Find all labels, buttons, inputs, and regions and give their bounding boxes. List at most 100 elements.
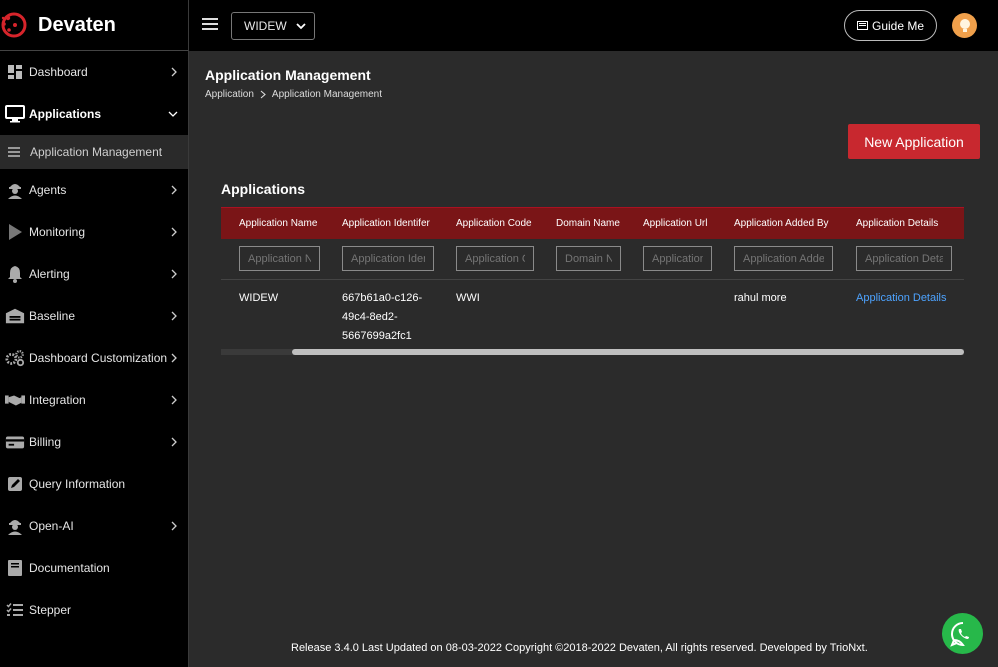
application-details-link[interactable]: Application Details	[856, 292, 947, 304]
sidebar-item-documentation[interactable]: Documentation	[0, 547, 188, 589]
sidebar: Devaten Dashboard Applications Applicati…	[0, 0, 189, 667]
sidebar-item-label: Dashboard Customization	[29, 351, 168, 365]
filter-input-domain-name[interactable]	[556, 246, 621, 272]
chevron-right-icon	[260, 90, 266, 99]
sidebar-item-billing[interactable]: Billing	[0, 421, 188, 463]
new-application-button[interactable]: New Application	[848, 124, 980, 159]
sidebar-item-label: Query Information	[29, 477, 126, 491]
chevron-right-icon	[171, 311, 177, 321]
breadcrumb: Application Application Management	[205, 89, 382, 100]
book-open-icon	[856, 21, 868, 30]
chevron-down-icon	[168, 111, 178, 117]
list-icon	[8, 145, 22, 159]
column-header[interactable]: Application Details	[838, 208, 964, 239]
column-header[interactable]: Application Added By	[716, 208, 838, 239]
chevron-right-icon	[171, 227, 177, 237]
whatsapp-icon[interactable]	[942, 613, 983, 654]
filter-input-application-url[interactable]	[643, 246, 712, 272]
sidebar-item-label: Open-AI	[29, 519, 74, 533]
scrollbar-thumb[interactable]	[292, 349, 964, 355]
column-header[interactable]: Application Identifer	[324, 208, 438, 239]
table-filter-row	[221, 239, 964, 280]
cell-application-name: WIDEW	[239, 292, 279, 304]
sidebar-item-label: Agents	[29, 183, 67, 197]
section-title: Applications	[221, 181, 306, 197]
sidebar-item-baseline[interactable]: Baseline	[0, 295, 188, 337]
sidebar-item-dashboard-customization[interactable]: Dashboard Customization	[0, 337, 188, 379]
sidebar-subitem-label: Application Management	[30, 145, 163, 159]
cell-added-by: rahul more	[734, 292, 787, 304]
chevron-right-icon	[171, 353, 177, 363]
chevron-right-icon	[171, 521, 177, 531]
sidebar-item-alerting[interactable]: Alerting	[0, 253, 188, 295]
sidebar-item-agents[interactable]: Agents	[0, 169, 188, 211]
sidebar-item-label: Alerting	[29, 267, 70, 281]
sidebar-item-label: Applications	[29, 107, 102, 121]
column-header[interactable]: Application Url	[625, 208, 716, 239]
table-row: WIDEW 667b61a0-c126- 49c4-8ed2- 5667699a…	[221, 280, 964, 350]
edit-icon	[5, 474, 25, 494]
chevron-right-icon	[171, 67, 177, 77]
applications-table: Application Name Application Identifer A…	[221, 207, 964, 355]
book-icon	[5, 558, 25, 578]
filter-input-added-by[interactable]	[734, 246, 833, 272]
cell-application-details: Application Details	[838, 280, 964, 350]
devaten-logo-icon	[1, 12, 27, 38]
guide-me-button[interactable]: Guide Me	[844, 10, 937, 41]
sidebar-item-label: Billing	[29, 435, 62, 449]
sidebar-item-label: Documentation	[29, 561, 110, 575]
chevron-right-icon	[171, 395, 177, 405]
organization-select-value: WIDEW	[244, 19, 287, 33]
sidebar-item-stepper[interactable]: Stepper	[0, 589, 188, 631]
footer-text: Release 3.4.0 Last Updated on 08-03-2022…	[291, 642, 868, 654]
organization-select[interactable]: WIDEW	[231, 12, 315, 40]
cell-domain-name	[538, 280, 625, 350]
cell-application-url	[625, 280, 716, 350]
hamburger-menu-icon[interactable]	[202, 17, 218, 31]
breadcrumb-item-current: Application Management	[271, 89, 382, 100]
identifier-line: 5667699a2fc1	[342, 330, 412, 342]
page-title: Application Management	[205, 67, 371, 83]
sidebar-item-label: Stepper	[29, 603, 72, 617]
table-header-row: Application Name Application Identifer A…	[221, 207, 964, 239]
sidebar-item-query-information[interactable]: Query Information	[0, 463, 188, 505]
chevron-right-icon	[171, 185, 177, 195]
sidebar-item-monitoring[interactable]: Monitoring	[0, 211, 188, 253]
handshake-icon	[5, 390, 25, 410]
sidebar-item-open-ai[interactable]: Open-AI	[0, 505, 188, 547]
brand[interactable]: Devaten	[0, 0, 188, 51]
column-header[interactable]: Domain Name	[538, 208, 625, 239]
chevron-right-icon	[171, 437, 177, 447]
filter-input-application-code[interactable]	[456, 246, 534, 272]
column-header[interactable]: Application Code	[438, 208, 538, 239]
sidebar-item-dashboard[interactable]: Dashboard	[0, 51, 188, 93]
sidebar-item-label: Monitoring	[29, 225, 86, 239]
breadcrumb-item-application[interactable]: Application	[205, 89, 254, 100]
guide-me-label: Guide Me	[871, 18, 925, 33]
list-icon	[5, 600, 25, 620]
play-icon	[5, 222, 25, 242]
brand-name: Devaten	[38, 13, 116, 36]
agent-icon	[5, 516, 25, 536]
filter-input-application-identifier[interactable]	[342, 246, 434, 272]
agent-icon	[5, 180, 25, 200]
chevron-right-icon	[171, 269, 177, 279]
cell-application-code: WWI	[456, 292, 480, 304]
filter-input-application-details[interactable]	[856, 246, 952, 272]
topbar: WIDEW Guide Me	[189, 0, 998, 51]
sidebar-item-applications[interactable]: Applications	[0, 93, 188, 135]
sidebar-item-label: Baseline	[29, 309, 76, 323]
column-header[interactable]: Application Name	[221, 208, 324, 239]
table-horizontal-scrollbar[interactable]	[221, 349, 964, 355]
filter-input-application-name[interactable]	[239, 246, 320, 272]
sidebar-subitem-application-management[interactable]: Application Management	[0, 135, 188, 169]
dashboard-icon	[5, 62, 25, 82]
lightbulb-icon[interactable]	[952, 13, 977, 38]
sidebar-item-label: Dashboard	[29, 65, 88, 79]
chevron-down-icon	[296, 23, 306, 30]
sidebar-item-integration[interactable]: Integration	[0, 379, 188, 421]
sidebar-item-label: Integration	[29, 393, 86, 407]
monitor-icon	[5, 104, 25, 124]
warehouse-icon	[5, 306, 25, 326]
identifier-line: 49c4-8ed2-	[342, 311, 398, 323]
